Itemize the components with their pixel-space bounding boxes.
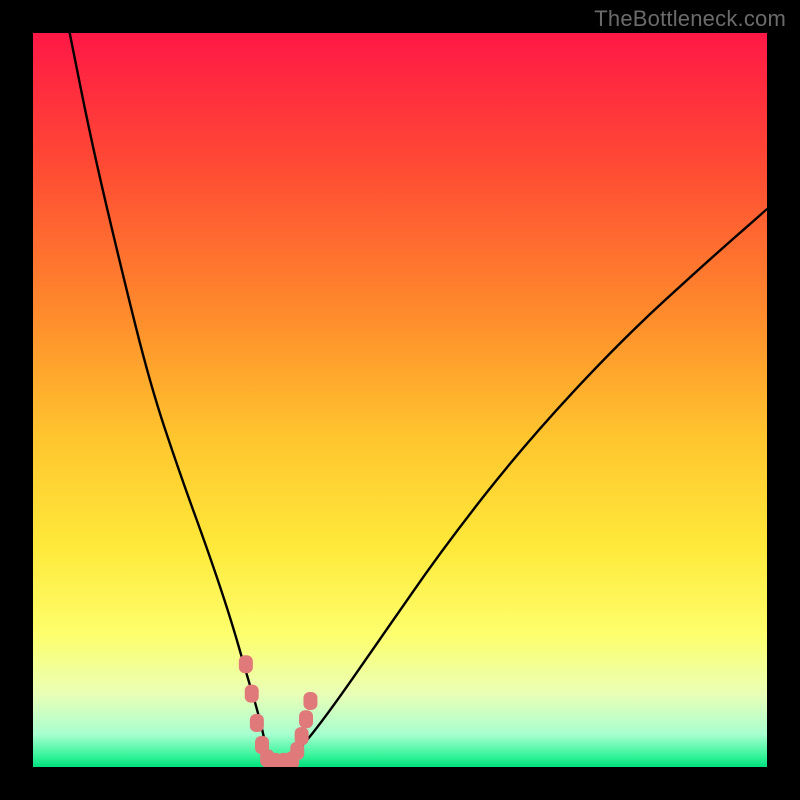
highlight-marker xyxy=(250,714,264,732)
plot-area xyxy=(33,33,767,767)
highlight-marker xyxy=(295,727,309,745)
marker-layer xyxy=(33,33,767,767)
highlight-marker xyxy=(245,685,259,703)
highlight-markers xyxy=(239,655,318,767)
highlight-marker xyxy=(239,655,253,673)
highlight-marker xyxy=(299,710,313,728)
highlight-marker xyxy=(303,692,317,710)
chart-container: TheBottleneck.com xyxy=(0,0,800,800)
watermark-text: TheBottleneck.com xyxy=(594,6,786,32)
